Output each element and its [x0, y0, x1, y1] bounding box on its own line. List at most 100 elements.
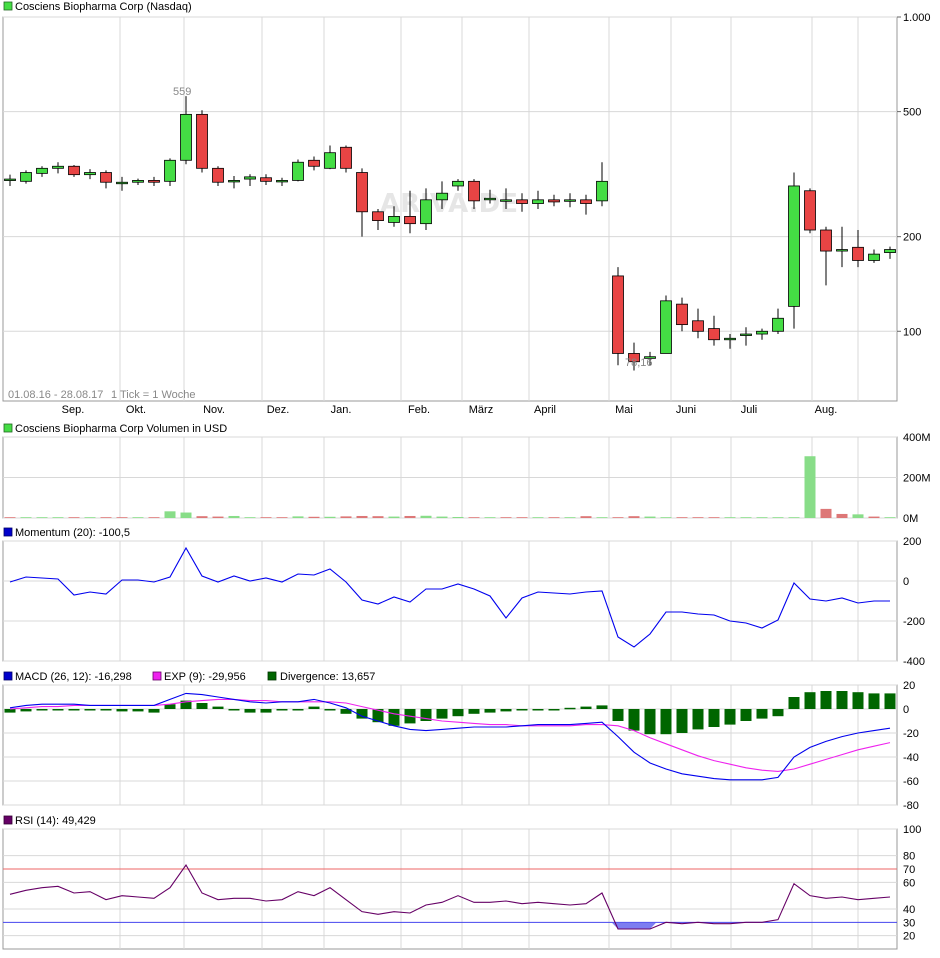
divergence-bar	[52, 709, 64, 711]
candle-body	[404, 216, 416, 225]
y-tick-label: 30	[903, 917, 915, 929]
y-tick-label: -80	[903, 800, 919, 812]
y-tick-label: 400M	[903, 432, 931, 444]
rsi-plot-frame	[2, 828, 898, 950]
momentum-panel: Momentum (20): -100,5 200 0 -200 -400	[2, 527, 925, 668]
candle-body	[452, 180, 464, 187]
rsi-legend-marker	[3, 815, 13, 825]
divergence-bar	[292, 709, 304, 711]
volume-bar	[708, 517, 720, 518]
divergence-bars	[4, 691, 896, 735]
volume-bar	[52, 517, 64, 518]
divergence-bar	[660, 709, 672, 735]
divergence-bar	[820, 691, 832, 709]
divergence-bar	[308, 706, 320, 709]
volume-bar	[468, 517, 480, 518]
volume-bar	[356, 515, 368, 518]
volume-panel: Cosciens Biopharma Corp Volumen in USD 4…	[2, 423, 931, 525]
volume-bar	[276, 517, 288, 518]
volume-grid	[3, 436, 897, 519]
y-tick-label: 500	[903, 107, 921, 119]
rsi-line	[9, 863, 891, 930]
divergence-bar	[740, 709, 752, 721]
volume-bar	[452, 516, 464, 518]
candle-body	[260, 177, 272, 182]
volume-bar	[804, 456, 816, 518]
rsi-label: RSI (14): 49,429	[15, 815, 96, 827]
candle-body	[772, 317, 784, 332]
volume-bar	[68, 517, 80, 518]
candle-body	[212, 167, 224, 183]
volume-bar	[484, 517, 496, 518]
rsi-grid	[3, 828, 897, 949]
candle-body	[836, 249, 848, 252]
divergence-bar	[100, 709, 112, 711]
date-range-label: 01.08.16 - 28.08.17	[8, 389, 103, 401]
divergence-bar	[612, 709, 624, 721]
volume-bar	[404, 515, 416, 518]
y-tick-label: 100	[903, 326, 921, 338]
divergence-bar	[564, 707, 576, 710]
divergence-bar	[788, 697, 800, 709]
volume-bar	[308, 516, 320, 518]
volume-bar	[436, 516, 448, 518]
volume-bar	[212, 516, 224, 518]
candle-body	[516, 199, 528, 204]
macd-legend-marker	[3, 671, 13, 681]
volume-bar	[820, 508, 832, 518]
rsi-y-ticks: 100 807060 4030 20	[903, 824, 921, 943]
divergence-bar	[436, 709, 448, 719]
candle-body	[740, 333, 752, 336]
candle-body	[532, 199, 544, 204]
candle-body	[324, 152, 336, 169]
volume-bar	[612, 517, 624, 518]
divergence-bar	[132, 709, 144, 712]
x-tick-label: Mai	[615, 404, 633, 416]
candle-body	[788, 185, 800, 307]
divergence-bar	[276, 709, 288, 711]
macd-plot-frame	[2, 684, 898, 806]
divergence-bar	[196, 703, 208, 709]
y-tick-label: -40	[903, 752, 919, 764]
candle-body	[20, 172, 32, 182]
volume-bar	[836, 513, 848, 518]
candle-body	[68, 165, 80, 176]
y-tick-label: 60	[903, 877, 915, 889]
x-tick-label: Nov.	[203, 404, 225, 416]
x-tick-label: Juli	[741, 404, 758, 416]
divergence-bar	[468, 709, 480, 714]
macd-y-ticks: 20 0 -20 -40 -60 -80	[903, 680, 919, 812]
candle-body	[388, 216, 400, 223]
x-tick-label: Dez.	[267, 404, 290, 416]
divergence-label: Divergence: 13,657	[280, 671, 375, 683]
volume-bar	[84, 517, 96, 518]
divergence-bar	[452, 709, 464, 717]
price-panel: Cosciens Biopharma Corp (Nasdaq) ARIVA.D…	[2, 1, 931, 416]
divergence-bar	[548, 709, 560, 711]
divergence-bar	[36, 709, 48, 711]
volume-bar	[388, 516, 400, 518]
price-candles	[4, 96, 896, 371]
volume-bar	[548, 517, 560, 518]
candle-body	[756, 330, 768, 335]
divergence-bar	[228, 709, 240, 711]
candle-body	[724, 337, 736, 341]
momentum-legend-marker	[3, 527, 13, 537]
volume-bar	[20, 517, 32, 518]
divergence-bar	[116, 709, 128, 712]
divergence-bar	[692, 709, 704, 730]
candle-body	[692, 320, 704, 332]
volume-bar	[4, 517, 16, 518]
divergence-bar	[324, 709, 336, 711]
divergence-bar	[484, 709, 496, 713]
x-tick-label: Okt.	[126, 404, 146, 416]
exp-legend-marker	[152, 671, 162, 681]
price-x-ticks: Sep. Okt. Nov. Dez. Jan. Feb. März April Mai Juni…	[62, 404, 838, 416]
candle-body	[420, 199, 432, 225]
volume-title: Cosciens Biopharma Corp Volumen in USD	[15, 423, 227, 435]
x-tick-label: Sep.	[62, 404, 85, 416]
volume-bar	[260, 517, 272, 518]
candle-body	[116, 181, 128, 185]
candle-body	[676, 303, 688, 326]
candle-body	[244, 176, 256, 180]
